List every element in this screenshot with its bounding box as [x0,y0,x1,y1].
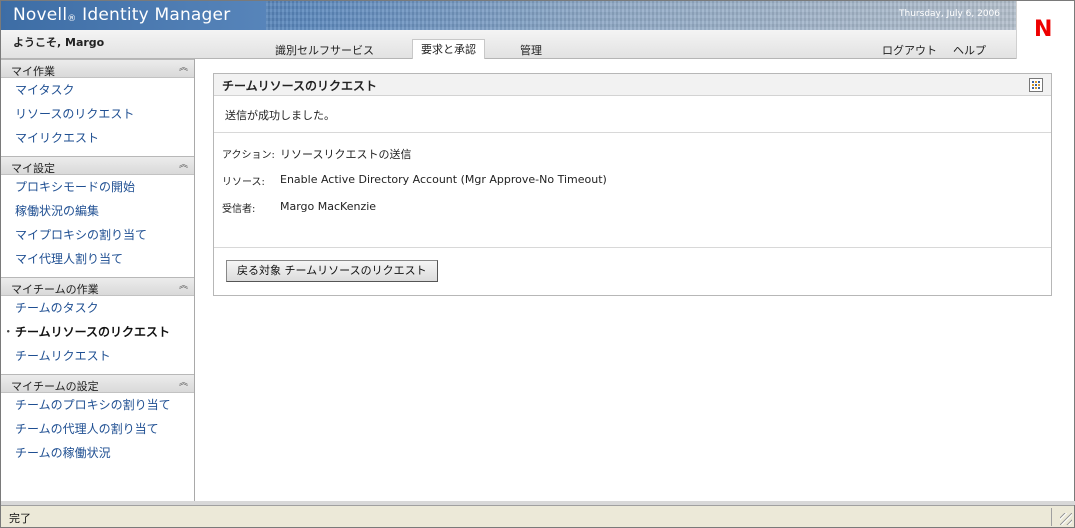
sidebar-item-my-requests[interactable]: マイリクエスト [1,126,194,150]
collapse-icon[interactable]: ︽ [177,62,190,75]
sidebar-item-team-requests[interactable]: チームリクエスト [1,344,194,368]
sidebar-item-my-delegate-assignments[interactable]: マイ代理人割り当て [1,247,194,271]
panel-header: チームリソースのリクエスト [214,74,1051,96]
sidebar-item-my-proxy-assignments[interactable]: マイプロキシの割り当て [1,223,194,247]
collapse-icon[interactable]: ︽ [177,159,190,172]
detail-label: アクション: [222,150,275,161]
product-name: Identity Manager [82,5,231,25]
status-bar: 完了 [1,505,1074,527]
sidebar-section-my-team-work: マイチームの作業 ︽ チームのタスク チームリソースのリクエスト チームリクエス… [1,277,194,368]
detail-value: リソースリクエストの送信 [280,148,412,161]
sidebar-item-my-tasks[interactable]: マイタスク [1,78,194,102]
help-link[interactable]: ヘルプ [945,41,994,59]
sidebar: マイ作業 ︽ マイタスク リソースのリクエスト マイリクエスト マイ設定 ︽ プ… [1,59,195,501]
section-title: マイチームの設定 [11,380,99,393]
collapse-icon[interactable]: ︽ [177,280,190,293]
header-banner: Novell® Identity Manager Thursday, July … [1,1,1016,30]
section-title: マイ設定 [11,162,55,175]
section-header: マイチームの作業 ︽ [1,277,194,296]
tab-identity-self-service[interactable]: 識別セルフサービス [267,41,382,59]
sidebar-item-team-proxy-assignments[interactable]: チームのプロキシの割り当て [1,393,194,417]
sidebar-item-start-proxy-mode[interactable]: プロキシモードの開始 [1,175,194,199]
sidebar-section-my-settings: マイ設定 ︽ プロキシモードの開始 稼働状況の編集 マイプロキシの割り当て マイ… [1,156,194,271]
detail-label: 受信者: [222,204,256,215]
resize-grip-icon[interactable] [1060,513,1072,525]
detail-value: Enable Active Directory Account (Mgr App… [280,173,607,186]
browser-frame: Novell® Identity Manager Thursday, July … [0,0,1075,528]
success-message: 送信が成功しました。 [225,109,335,122]
logout-link[interactable]: ログアウト [874,41,945,59]
sidebar-item-team-tasks[interactable]: チームのタスク [1,296,194,320]
tab-requests-approvals[interactable]: 要求と承認 [412,39,485,59]
sidebar-section-my-work: マイ作業 ︽ マイタスク リソースのリクエスト マイリクエスト [1,59,194,150]
status-separator [1051,508,1052,526]
sidebar-section-my-team-settings: マイチームの設定 ︽ チームのプロキシの割り当て チームの代理人の割り当て チー… [1,374,194,465]
sidebar-item-team-delegate-assignments[interactable]: チームの代理人の割り当て [1,417,194,441]
content-panel: チームリソースのリクエスト 送信が成功しました。 アクション: リソースリクエス… [213,73,1052,296]
novell-logo-icon: N [1034,17,1053,42]
tab-administration[interactable]: 管理 [512,41,550,59]
section-header: マイチームの設定 ︽ [1,374,194,393]
section-title: マイ作業 [11,65,55,78]
section-header: マイ作業 ︽ [1,59,194,78]
welcome-text: ようこそ, Margo [13,36,105,49]
header-date: Thursday, July 6, 2006 [899,9,1000,19]
top-nav-bar: ようこそ, Margo 識別セルフサービス 要求と承認 管理 ログアウト ヘルプ [1,30,1016,59]
sidebar-item-request-resources[interactable]: リソースのリクエスト [1,102,194,126]
product-logo: Novell® Identity Manager [13,5,230,25]
back-to-team-resource-request-button[interactable]: 戻る対象 チームリソースのリクエスト [226,260,438,282]
detail-label: リソース: [222,177,265,188]
brand-name: Novell [13,5,68,25]
sidebar-item-team-resource-request[interactable]: チームリソースのリクエスト [1,320,194,344]
status-text: 完了 [9,512,31,525]
sidebar-item-team-availability[interactable]: チームの稼働状況 [1,441,194,465]
section-title: マイチームの作業 [11,283,99,296]
collapse-icon[interactable]: ︽ [177,377,190,390]
success-notice: 送信が成功しました。 [214,96,1051,133]
page-title: チームリソースのリクエスト [222,79,378,93]
detail-value: Margo MacKenzie [280,200,377,213]
registered-mark: ® [67,14,77,24]
section-header: マイ設定 ︽ [1,156,194,175]
sidebar-item-edit-availability[interactable]: 稼働状況の編集 [1,199,194,223]
request-details: アクション: リソースリクエストの送信 リソース: Enable Active … [214,133,1051,248]
grid-menu-icon[interactable] [1029,78,1043,92]
